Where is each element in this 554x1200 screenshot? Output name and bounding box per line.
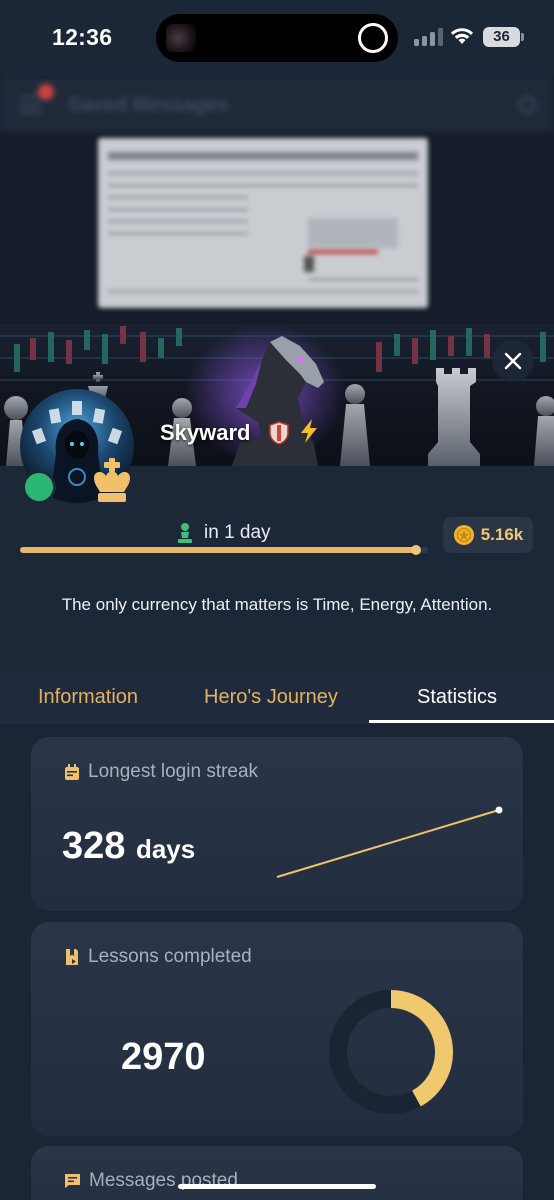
profile-tabs: Information Hero's Journey Statistics bbox=[0, 672, 554, 724]
level-progress-fill bbox=[20, 547, 416, 553]
tab-heros-journey[interactable]: Hero's Journey bbox=[204, 686, 338, 709]
lessons-completed-card: Lessons completed 2970 bbox=[31, 922, 523, 1136]
menu-icon bbox=[20, 96, 42, 114]
notification-dot bbox=[38, 84, 54, 100]
login-streak-unit: days bbox=[135, 834, 196, 864]
dynamic-island bbox=[156, 14, 398, 62]
coin-amount: 5.16k bbox=[480, 525, 524, 544]
login-streak-value-row: 328 days bbox=[62, 825, 195, 868]
search-icon bbox=[518, 96, 536, 114]
king-crown-icon bbox=[94, 458, 130, 502]
username: Skyward bbox=[160, 420, 251, 445]
now-playing-thumbnail bbox=[166, 24, 196, 52]
messages-posted-card: Messages posted bbox=[31, 1146, 523, 1200]
tab-statistics[interactable]: Statistics bbox=[417, 686, 497, 709]
login-streak-header: Longest login streak bbox=[64, 761, 258, 783]
lessons-completed-header: Lessons completed bbox=[64, 946, 252, 968]
login-streak-card: Longest login streak 328 days bbox=[31, 737, 523, 911]
coin-icon bbox=[453, 525, 474, 545]
active-tab-indicator bbox=[369, 720, 554, 723]
level-time-remaining: in 1 day bbox=[204, 522, 271, 543]
wifi-icon bbox=[451, 28, 473, 44]
background-screenshot-preview bbox=[98, 138, 428, 308]
level-progress-label: in 1 day bbox=[176, 522, 271, 544]
cellular-signal-icon bbox=[414, 28, 444, 46]
close-button[interactable] bbox=[492, 340, 534, 382]
recording-ring-icon bbox=[358, 23, 388, 53]
background-chat: Saved Messages bbox=[0, 76, 554, 326]
status-bar: 12:36 36 bbox=[0, 0, 554, 76]
shield-badge-icon bbox=[269, 421, 289, 445]
chess-pawn-level-icon bbox=[178, 523, 192, 543]
level-progress-knob bbox=[410, 545, 421, 555]
login-streak-value: 328 bbox=[62, 825, 126, 867]
background-chat-header: Saved Messages bbox=[0, 76, 554, 132]
message-icon bbox=[65, 1174, 80, 1188]
lessons-completed-value: 2970 bbox=[121, 1036, 206, 1078]
login-streak-label: Longest login streak bbox=[88, 761, 259, 782]
home-indicator bbox=[178, 1184, 376, 1189]
battery-indicator: 36 bbox=[483, 27, 520, 47]
login-streak-trend-line bbox=[276, 806, 503, 878]
online-status-dot bbox=[22, 470, 56, 504]
lessons-completed-label: Lessons completed bbox=[88, 946, 252, 967]
lessons-progress-ring bbox=[329, 990, 453, 1114]
lightning-bolt-icon bbox=[301, 419, 317, 443]
coin-balance[interactable]: 5.16k bbox=[443, 517, 533, 553]
tab-information[interactable]: Information bbox=[38, 686, 138, 709]
profile-bio: The only currency that matters is Time, … bbox=[61, 595, 493, 614]
background-chat-title: Saved Messages bbox=[68, 94, 229, 116]
lesson-book-icon bbox=[66, 949, 78, 965]
battery-tip bbox=[521, 33, 524, 41]
close-icon bbox=[504, 352, 522, 370]
level-progress-bar bbox=[20, 545, 428, 555]
status-time: 12:36 bbox=[52, 24, 113, 50]
calendar-icon bbox=[65, 763, 79, 780]
